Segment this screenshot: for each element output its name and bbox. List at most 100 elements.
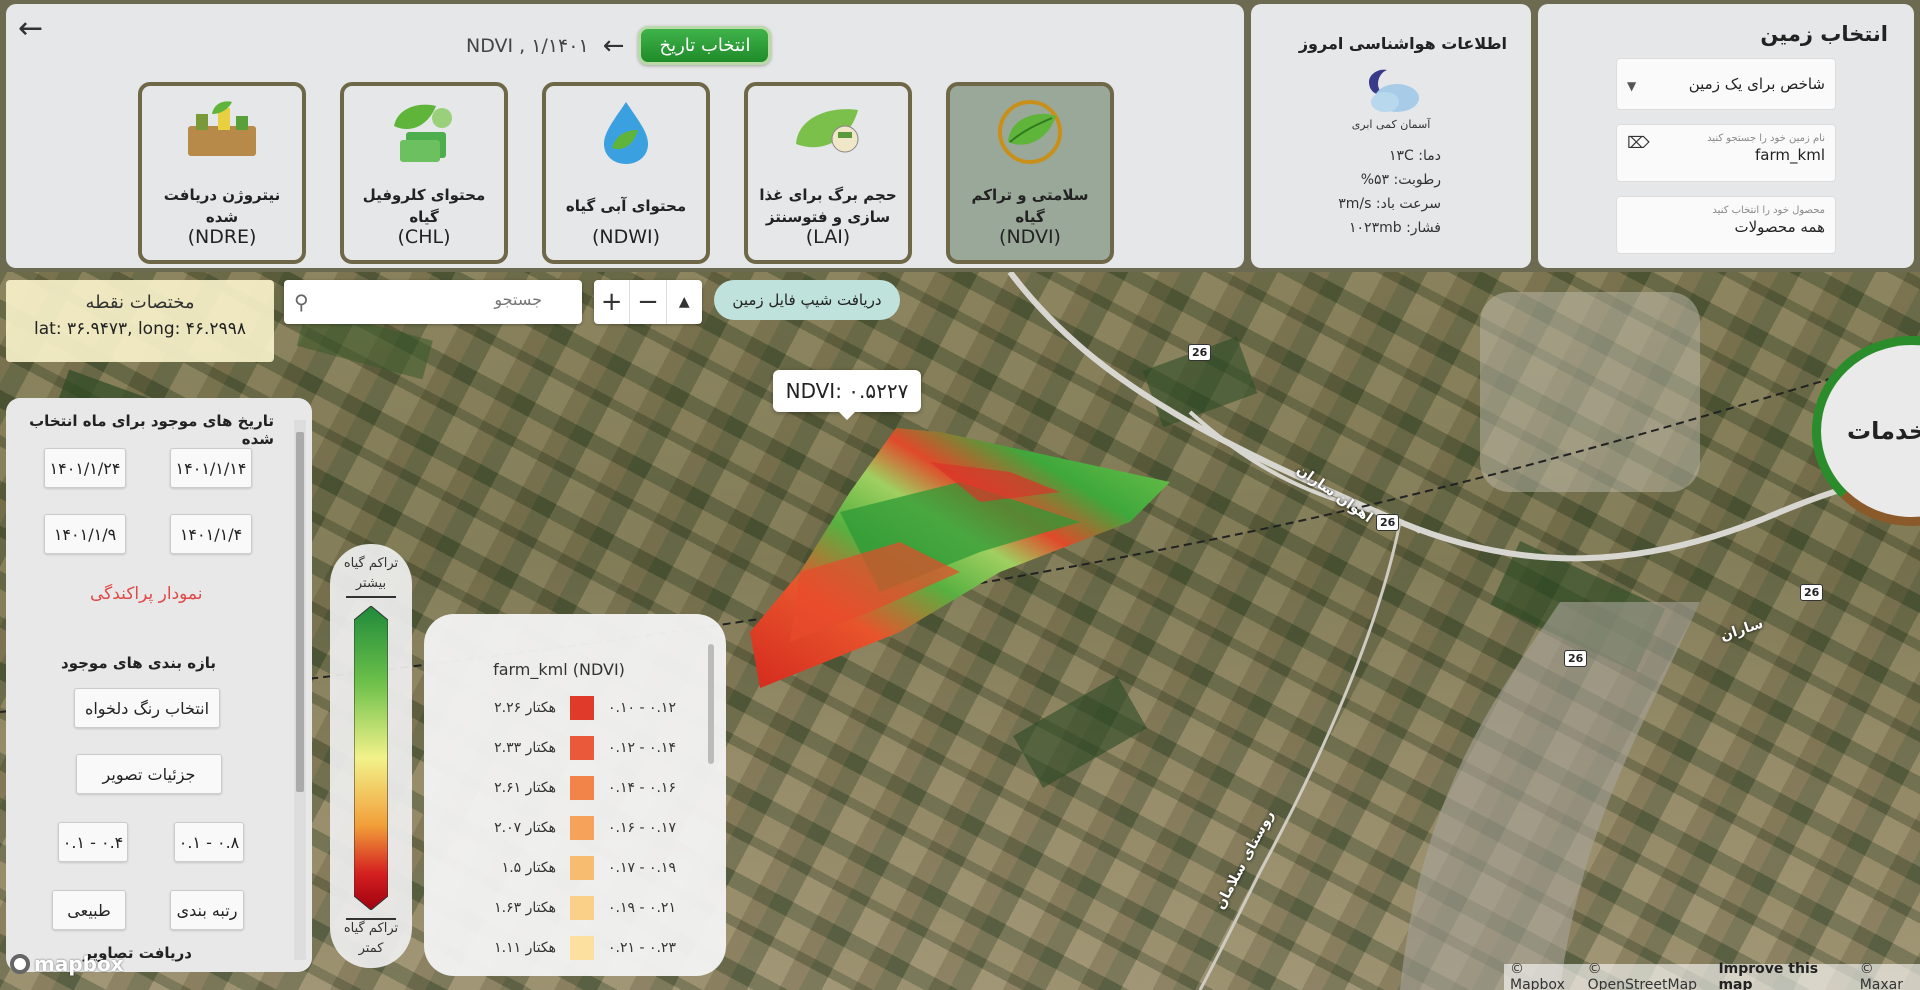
natural-button[interactable]: طبیعی — [52, 890, 126, 930]
legend-area: هکتار ۲.۲۶ — [494, 700, 556, 716]
compass-button[interactable]: ▲ — [667, 280, 702, 324]
gradient-bar — [354, 606, 388, 910]
improve-map-link[interactable]: Improve this map — [1718, 961, 1853, 990]
legend-row: هکتار ۲.۰۷ ۰.۱۶ - ۰.۱۷ — [476, 816, 688, 840]
vegetation-gradient-legend: تراکم گیاه بیشتر تراکم گیاه کمتر — [330, 544, 412, 968]
zoom-out-button[interactable]: − — [630, 280, 667, 324]
gradient-bottom-label: تراکم گیاه کمتر — [343, 921, 399, 956]
mapbox-icon — [10, 954, 30, 974]
attribution-maxar[interactable]: © Maxar — [1860, 961, 1920, 990]
nitrogen-icon — [188, 101, 256, 156]
ranges-heading: بازه بندی های موجود — [61, 654, 216, 672]
date-button[interactable]: ۱۴۰۱/۱/۱۴ — [170, 448, 252, 488]
range-option-button[interactable]: ۰.۱ - ۰.۴ — [58, 822, 128, 862]
crop-select-value: همه محصولات — [1734, 218, 1825, 236]
date-button[interactable]: ۱۴۰۱/۱/۲۴ — [44, 448, 126, 488]
coords-value: lat: ۳۶.۹۴۷۳, long: ۴۶.۲۹۹۸ — [34, 319, 246, 339]
legend-swatch — [570, 816, 594, 840]
legend-area: هکتار ۱.۵ — [501, 860, 556, 876]
zoom-in-button[interactable]: + — [594, 280, 631, 324]
land-selection-panel: انتخاب زمین شاخص برای یک زمین ▼ نام زمین… — [1538, 4, 1914, 268]
caret-down-icon: ▼ — [1627, 79, 1637, 93]
legend-area: هکتار ۲.۶۱ — [494, 780, 556, 796]
crop-select-field[interactable]: محصول خود را انتخاب کنید همه محصولات — [1616, 196, 1836, 254]
mapbox-logo: mapbox — [10, 952, 124, 976]
index-card-ndre[interactable]: نیتروژن دریافت شده (NDRE) — [138, 82, 306, 264]
chlorophyll-icon — [394, 104, 452, 162]
available-dates-panel: تاریخ های موجود برای ماه انتخاب شده ۱۴۰۱… — [6, 398, 312, 972]
legend-row: هکتار ۲.۶۱ ۰.۱۴ - ۰.۱۶ — [476, 776, 688, 800]
arrow-left-icon: ← — [602, 30, 625, 61]
partly-cloudy-night-icon — [1369, 69, 1419, 112]
image-details-button[interactable]: جزئیات تصویر — [76, 754, 222, 794]
index-card-ndvi[interactable]: سلامتی و تراکم گیاه (NDVI) — [946, 82, 1114, 264]
index-card-lai[interactable]: حجم برگ برای غذا سازی و فتوسنتز (LAI) — [744, 82, 912, 264]
legend-row: هکتار ۲.۲۶ ۰.۱۰ - ۰.۱۲ — [476, 696, 688, 720]
legend-range: ۰.۱۶ - ۰.۱۷ — [608, 820, 676, 836]
legend-area: هکتار ۲.۳۳ — [494, 740, 556, 756]
legend-scrollbar[interactable] — [708, 644, 714, 764]
scatter-plot-link[interactable]: نمودار پراکندگی — [90, 584, 203, 604]
legend-range: ۰.۲۱ - ۰.۲۳ — [608, 940, 676, 956]
download-shapefile-button[interactable]: دریافت شیپ فایل زمین — [714, 280, 900, 320]
attribution-mapbox[interactable]: © Mapbox — [1510, 961, 1582, 990]
search-icon[interactable]: ⚲ — [294, 290, 309, 314]
index-code: (NDWI) — [591, 226, 661, 248]
indices-panel: ← NDVI , ۱/۱۴۰۱ ← انتخاب تاریخ سلامتی و … — [6, 4, 1244, 268]
weather-title: اطلاعات هواشناسی امروز — [1298, 34, 1507, 53]
road-shield: 26 — [1188, 344, 1212, 361]
legend-swatch — [570, 696, 594, 720]
legend-swatch — [570, 896, 594, 920]
ndvi-class-legend: farm_kml (NDVI) هکتار ۲.۲۶ ۰.۱۰ - ۰.۱۲ هکت… — [424, 614, 726, 976]
index-card-chl[interactable]: محتوای کلروفیل گیاه (CHL) — [340, 82, 508, 264]
coords-title: مختصات نقطه — [85, 292, 195, 313]
gradient-top-label: تراکم گیاه بیشتر — [343, 556, 399, 591]
map-attribution: © Mapbox © OpenStreetMap Improve this ma… — [1504, 961, 1920, 990]
map-search-input[interactable] — [342, 290, 542, 309]
back-arrow-icon[interactable]: ← — [18, 14, 43, 44]
date-button[interactable]: ۱۴۰۱/۱/۴ — [170, 514, 252, 554]
selected-date-text: NDVI , ۱/۱۴۰۱ — [466, 34, 589, 57]
legend-swatch — [570, 936, 594, 960]
index-code: (NDRE) — [187, 226, 257, 248]
legend-range: ۰.۱۰ - ۰.۱۲ — [608, 700, 676, 716]
index-code: (LAI) — [805, 226, 851, 248]
road-shield: 26 — [1564, 650, 1588, 667]
legend-swatch — [570, 856, 594, 880]
legend-range: ۰.۱۴ - ۰.۱۶ — [608, 780, 676, 796]
legend-area: هکتار ۲.۰۷ — [494, 820, 556, 836]
humidity-text: رطوبت: ۵۳% — [1360, 172, 1441, 188]
leaf-photosynthesis-icon — [796, 109, 859, 153]
land-title: انتخاب زمین — [1760, 22, 1888, 46]
weather-panel: اطلاعات هواشناسی امروز آسمان کمی ابری دم… — [1251, 4, 1531, 268]
legend-row: هکتار ۱.۱۱ ۰.۲۱ - ۰.۲۳ — [476, 936, 688, 960]
dates-panel-scrollbar[interactable] — [294, 420, 306, 960]
legend-range: ۰.۱۹ - ۰.۲۱ — [608, 900, 676, 916]
land-search-field[interactable]: نام زمین خود را جستجو کنید farm_kml ⌦ — [1616, 124, 1836, 182]
attribution-osm[interactable]: © OpenStreetMap — [1588, 961, 1713, 990]
clear-input-icon[interactable]: ⌦ — [1627, 133, 1650, 152]
legend-swatch — [570, 736, 594, 760]
ndvi-value-tooltip: NDVI: ۰.۵۲۲۷ — [773, 370, 921, 420]
range-option-button[interactable]: ۰.۱ - ۰.۸ — [174, 822, 244, 862]
leaf-health-icon — [998, 100, 1062, 164]
weather-description: آسمان کمی ابری — [1351, 118, 1431, 131]
date-button[interactable]: ۱۴۰۱/۱/۹ — [44, 514, 126, 554]
road-shield: 26 — [1800, 584, 1824, 601]
index-card-ndwi[interactable]: محتوای آبی گیاه (NDWI) — [542, 82, 710, 264]
ranking-button[interactable]: رتبه بندی — [170, 890, 244, 930]
crop-select-label: محصول خود را انتخاب کنید — [1712, 205, 1825, 216]
legend-row: هکتار ۱.۶۳ ۰.۱۹ - ۰.۲۱ — [476, 896, 688, 920]
custom-color-button[interactable]: انتخاب رنگ دلخواه — [74, 688, 220, 728]
legend-area: هکتار ۱.۶۳ — [494, 900, 556, 916]
index-select-value: شاخص برای یک زمین — [1688, 75, 1825, 93]
index-select[interactable]: شاخص برای یک زمین ▼ — [1616, 58, 1836, 110]
select-date-button[interactable]: انتخاب تاریخ — [638, 26, 772, 65]
map-search-box: ⚲ — [284, 280, 582, 324]
wind-speed-text: سرعت باد: ۳m/s — [1338, 196, 1441, 212]
legend-range: ۰.۱۲ - ۰.۱۴ — [608, 740, 676, 756]
zoom-controls: + − ▲ — [594, 280, 702, 324]
legend-row: هکتار ۱.۵ ۰.۱۷ - ۰.۱۹ — [476, 856, 688, 880]
legend-swatch — [570, 776, 594, 800]
temperature-text: دما: ۱۳C — [1389, 148, 1441, 164]
